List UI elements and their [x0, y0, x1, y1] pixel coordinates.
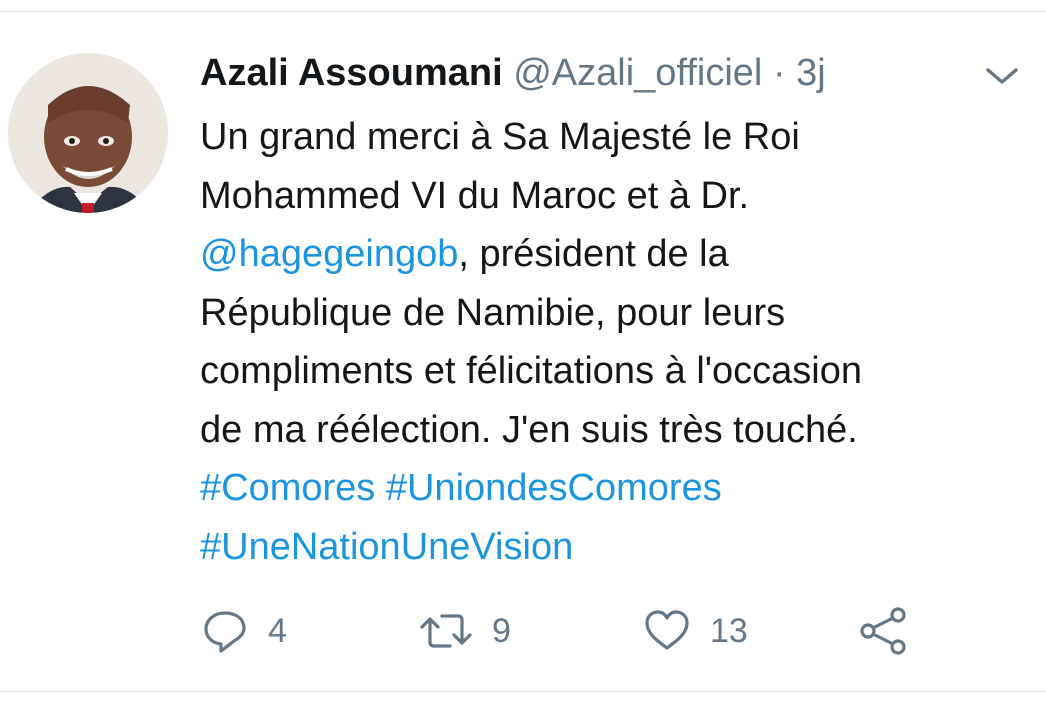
reply-count: 4	[268, 612, 287, 650]
retweet-count: 9	[492, 612, 511, 650]
bottom-divider	[0, 691, 1046, 692]
like-count: 13	[710, 612, 748, 650]
tweet-header: Azali Assoumani @Azali_officiel · 3j	[200, 50, 826, 96]
tweet-menu-button[interactable]	[982, 60, 1022, 92]
tweet-text-segment: de ma réélection. J'en suis très touché.	[200, 408, 858, 451]
reply-button[interactable]: 4	[200, 605, 287, 657]
share-button[interactable]	[858, 605, 910, 657]
tweet-text-line: @hagegeingob, président de la	[200, 225, 1030, 284]
tweet-text-segment: Un grand merci à Sa Majesté le Roi	[200, 116, 800, 158]
tweet-text-line: Mohammed VI du Maroc et à Dr.	[200, 167, 1030, 226]
tweet-text-line: République de Namibie, pour leurs	[200, 284, 1030, 343]
tweet-text-segment: , président de la	[458, 233, 729, 275]
retweet-button[interactable]: 9	[418, 605, 511, 657]
chevron-down-icon	[986, 68, 1018, 84]
avatar-photo	[8, 53, 168, 213]
tweet-text: Un grand merci à Sa Majesté le Roi Mohamm…	[200, 108, 1030, 576]
hashtag-link[interactable]: #UniondesComores	[386, 467, 722, 509]
heart-icon	[645, 610, 689, 650]
hashtag-link[interactable]: #UneNationUneVision	[200, 526, 573, 568]
hashtag-link[interactable]: #Comores	[200, 467, 375, 509]
header-separator: ·	[772, 52, 786, 94]
mention-link[interactable]: @hagegeingob	[200, 233, 458, 275]
tweet-text-line: #Comores #UniondesComores	[200, 459, 1030, 518]
like-button[interactable]: 13	[642, 605, 748, 657]
tweet-text-line: de ma réélection. J'en suis très touché.	[200, 401, 1030, 460]
retweet-icon	[420, 614, 472, 648]
tweet-text-segment: compliments et félicitations à l'occasio…	[200, 350, 862, 392]
author-display-name[interactable]: Azali Assoumani	[200, 52, 503, 94]
tweet-text-segment: République de Namibie, pour leurs	[200, 291, 786, 334]
tweet-timestamp[interactable]: 3j	[796, 52, 826, 94]
top-divider	[0, 11, 1046, 12]
tweet-text-line: Un grand merci à Sa Majesté le Roi	[200, 108, 1030, 167]
share-icon	[860, 607, 906, 655]
tweet-text-line: compliments et félicitations à l'occasio…	[200, 342, 1030, 401]
tweet-text-segment	[375, 467, 386, 509]
reply-icon	[204, 611, 246, 653]
avatar[interactable]	[8, 53, 168, 213]
tweet-text-segment: Mohammed VI du Maroc et à Dr.	[200, 174, 750, 217]
tweet-text-line: #UneNationUneVision	[200, 518, 1030, 577]
author-handle[interactable]: @Azali_officiel	[513, 52, 762, 94]
